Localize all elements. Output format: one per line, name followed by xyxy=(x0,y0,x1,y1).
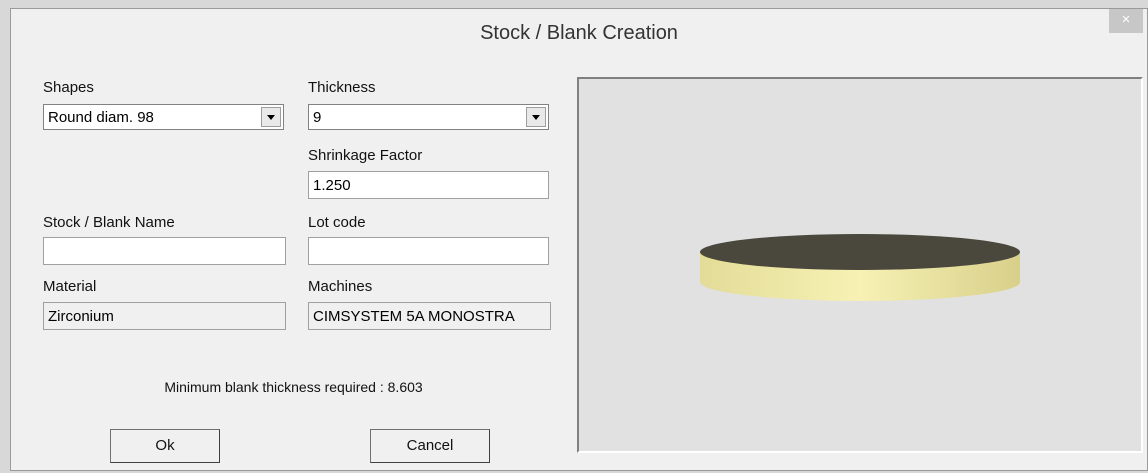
cancel-button[interactable]: Cancel xyxy=(370,429,490,463)
disc-icon xyxy=(700,234,1020,301)
lot-code-field[interactable] xyxy=(308,237,549,265)
machines-label: Machines xyxy=(308,278,373,295)
ok-button[interactable]: Ok xyxy=(110,429,220,463)
min-thickness-text: Minimum blank thickness required : 8.603 xyxy=(164,379,423,395)
shrinkage-field[interactable]: 1.250 xyxy=(308,171,549,199)
material-field: Zirconium xyxy=(43,302,286,330)
shapes-dropdown[interactable]: Round diam. 98 xyxy=(43,104,284,130)
thickness-dropdown[interactable]: 9 xyxy=(308,104,549,130)
chevron-down-icon[interactable] xyxy=(261,107,281,127)
dialog-window: Stock / Blank Creation × Shapes Round di… xyxy=(10,8,1148,471)
title-bar[interactable]: Stock / Blank Creation × xyxy=(11,9,1147,59)
shapes-value: Round diam. 98 xyxy=(48,109,154,126)
chevron-down-icon[interactable] xyxy=(526,107,546,127)
thickness-value: 9 xyxy=(313,109,322,126)
dialog-client: Shapes Round diam. 98 Thickness 9 Shrink… xyxy=(21,59,1143,464)
dialog-title: Stock / Blank Creation xyxy=(480,22,678,44)
disc-top xyxy=(700,234,1020,270)
blank-name-label: Stock / Blank Name xyxy=(43,214,175,231)
shapes-label: Shapes xyxy=(43,79,94,96)
blank-preview[interactable] xyxy=(577,77,1143,453)
shrinkage-label: Shrinkage Factor xyxy=(308,147,423,164)
material-label: Material xyxy=(43,278,97,295)
close-icon: × xyxy=(1121,11,1131,28)
close-button[interactable]: × xyxy=(1109,9,1143,33)
blank-name-field[interactable] xyxy=(43,237,286,265)
lot-code-label: Lot code xyxy=(308,214,366,231)
thickness-label: Thickness xyxy=(308,79,376,96)
disc-preview-svg xyxy=(700,234,1020,301)
machines-field: CIMSYSTEM 5A MONOSTRA xyxy=(308,302,551,330)
